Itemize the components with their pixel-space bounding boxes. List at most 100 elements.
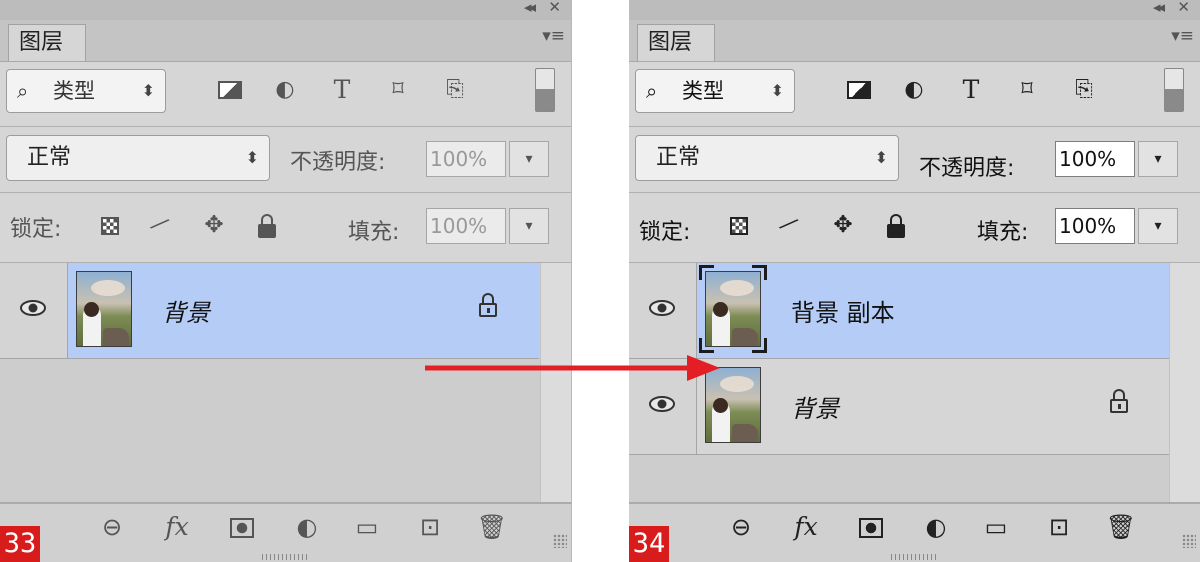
layers-panel-after: ◂◂ ✕ 图层 ▾≡ ⌕ 类型 ⬍ ◐ T ⌑ ⎘ 正常 ⬍ 不透明度: 100… (629, 0, 1200, 562)
fill-label: 填充: (348, 220, 400, 245)
shape-filter-icon[interactable]: ⌑ (383, 72, 413, 108)
panel-title-bar: ◂◂ ✕ (629, 0, 1200, 20)
layer-row-background-copy[interactable]: 背景 副本 (629, 263, 1170, 359)
collapse-icon[interactable]: ◂◂ (1153, 0, 1165, 16)
panel-menu-icon[interactable]: ▾≡ (1171, 26, 1194, 46)
divider (0, 126, 571, 127)
filter-toggle-switch[interactable] (1164, 68, 1184, 112)
adjustment-layer-icon[interactable]: ◐ (290, 510, 324, 544)
lock-image-brush-icon[interactable]: ⁄ (138, 203, 180, 247)
divider (0, 192, 571, 193)
blend-mode-select[interactable]: 正常 ⬍ (6, 135, 270, 181)
collapse-icon[interactable]: ◂◂ (524, 0, 536, 16)
lock-transparent-icon[interactable] (725, 208, 753, 242)
step-badge: 33 (0, 526, 40, 562)
panel-footer-toolbar: ⊖ fx ◐ ▭ ⊡ 🗑 (0, 502, 571, 562)
drag-handle-icon[interactable] (262, 554, 308, 560)
blend-mode-select[interactable]: 正常 ⬍ (635, 135, 899, 181)
opacity-label: 不透明度: (290, 150, 386, 175)
resize-grip-icon[interactable] (553, 534, 567, 548)
lock-position-move-icon[interactable]: ✥ (200, 208, 228, 242)
select-arrows-icon: ⬍ (770, 81, 784, 100)
lock-all-icon[interactable] (253, 208, 281, 242)
panel-title-bar: ◂◂ ✕ (0, 0, 571, 20)
tab-layers[interactable]: 图层 (8, 24, 86, 61)
lock-position-move-icon[interactable]: ✥ (829, 208, 857, 242)
panel-menu-icon[interactable]: ▾≡ (542, 26, 565, 46)
smart-object-filter-icon[interactable]: ⎘ (1069, 72, 1099, 108)
layers-panel-before: ◂◂ ✕ 图层 ▾≡ ⌕ 类型 ⬍ ◐ T ⌑ ⎘ 正常 ⬍ 不透明度: 100… (0, 0, 572, 562)
shape-filter-icon[interactable]: ⌑ (1012, 72, 1042, 108)
close-icon[interactable]: ✕ (1177, 0, 1190, 16)
step-badge: 34 (629, 526, 669, 562)
layer-thumbnail (705, 271, 761, 347)
adjustment-filter-icon[interactable]: ◐ (270, 72, 300, 108)
link-layers-icon[interactable]: ⊖ (95, 510, 129, 544)
link-layers-icon[interactable]: ⊖ (724, 510, 758, 544)
divider (629, 192, 1200, 193)
search-icon: ⌕ (646, 79, 658, 103)
opacity-field[interactable]: 100% (426, 141, 506, 177)
eye-icon (649, 300, 675, 316)
filter-toggle-switch[interactable] (535, 68, 555, 112)
layer-mask-icon[interactable] (225, 510, 259, 544)
close-icon[interactable]: ✕ (548, 0, 561, 16)
opacity-field[interactable]: 100% (1055, 141, 1135, 177)
new-group-folder-icon[interactable]: ▭ (979, 510, 1013, 544)
lock-image-brush-icon[interactable]: ⁄ (767, 203, 809, 247)
tab-row: 图层 ▾≡ (0, 20, 571, 62)
fill-field[interactable]: 100% (426, 208, 506, 244)
pixel-filter-icon[interactable] (844, 72, 874, 108)
new-layer-icon[interactable]: ⊡ (1042, 510, 1076, 544)
tab-row: 图层 ▾≡ (629, 20, 1200, 62)
layer-lock-icon (479, 293, 497, 317)
select-arrows-icon: ⬍ (141, 81, 155, 100)
scrollbar[interactable] (540, 263, 571, 504)
select-arrows-icon: ⬍ (874, 148, 888, 167)
adjustment-filter-icon[interactable]: ◐ (899, 72, 929, 108)
new-group-folder-icon[interactable]: ▭ (350, 510, 384, 544)
fill-dropdown-button[interactable]: ▾ (509, 208, 549, 244)
layer-info[interactable]: 背景 副本 (697, 263, 1170, 358)
adjustment-layer-icon[interactable]: ◐ (919, 510, 953, 544)
resize-grip-icon[interactable] (1182, 534, 1196, 548)
visibility-toggle[interactable] (629, 263, 697, 358)
layer-thumbnail (76, 271, 132, 347)
layer-name[interactable]: 背景 (162, 293, 210, 328)
visibility-toggle[interactable] (0, 263, 68, 358)
lock-transparent-icon[interactable] (96, 208, 124, 242)
lock-label: 锁定: (10, 217, 62, 242)
fill-field[interactable]: 100% (1055, 208, 1135, 244)
layer-info[interactable]: 背景 (697, 359, 1170, 454)
layer-row-background[interactable]: 背景 (0, 263, 539, 359)
layer-info[interactable]: 背景 (68, 263, 539, 358)
filter-type-label: 类型 (53, 79, 95, 103)
filter-type-select[interactable]: ⌕ 类型 ⬍ (6, 69, 166, 113)
filter-type-select[interactable]: ⌕ 类型 ⬍ (635, 69, 795, 113)
layer-name[interactable]: 背景 (791, 389, 839, 424)
smart-object-filter-icon[interactable]: ⎘ (440, 72, 470, 108)
trash-icon[interactable]: 🗑 (1104, 510, 1138, 544)
blend-mode-value: 正常 (656, 145, 701, 170)
opacity-dropdown-button[interactable]: ▾ (509, 141, 549, 177)
select-arrows-icon: ⬍ (245, 148, 259, 167)
opacity-label: 不透明度: (919, 156, 1015, 181)
layer-mask-icon[interactable] (854, 510, 888, 544)
tab-layers[interactable]: 图层 (637, 24, 715, 61)
pixel-filter-icon[interactable] (215, 72, 245, 108)
layer-lock-icon (1110, 389, 1128, 413)
type-filter-icon[interactable]: T (956, 72, 986, 108)
new-layer-icon[interactable]: ⊡ (413, 510, 447, 544)
scrollbar[interactable] (1169, 263, 1200, 504)
fx-icon[interactable]: fx (160, 510, 194, 544)
drag-handle-icon[interactable] (891, 554, 937, 560)
opacity-dropdown-button[interactable]: ▾ (1138, 141, 1178, 177)
type-filter-icon[interactable]: T (327, 72, 357, 108)
lock-all-icon[interactable] (882, 208, 910, 242)
search-icon: ⌕ (17, 79, 29, 103)
layer-name[interactable]: 背景 副本 (791, 293, 895, 328)
fill-dropdown-button[interactable]: ▾ (1138, 208, 1178, 244)
trash-icon[interactable]: 🗑 (475, 510, 509, 544)
fill-label: 填充: (977, 220, 1029, 245)
fx-icon[interactable]: fx (789, 510, 823, 544)
